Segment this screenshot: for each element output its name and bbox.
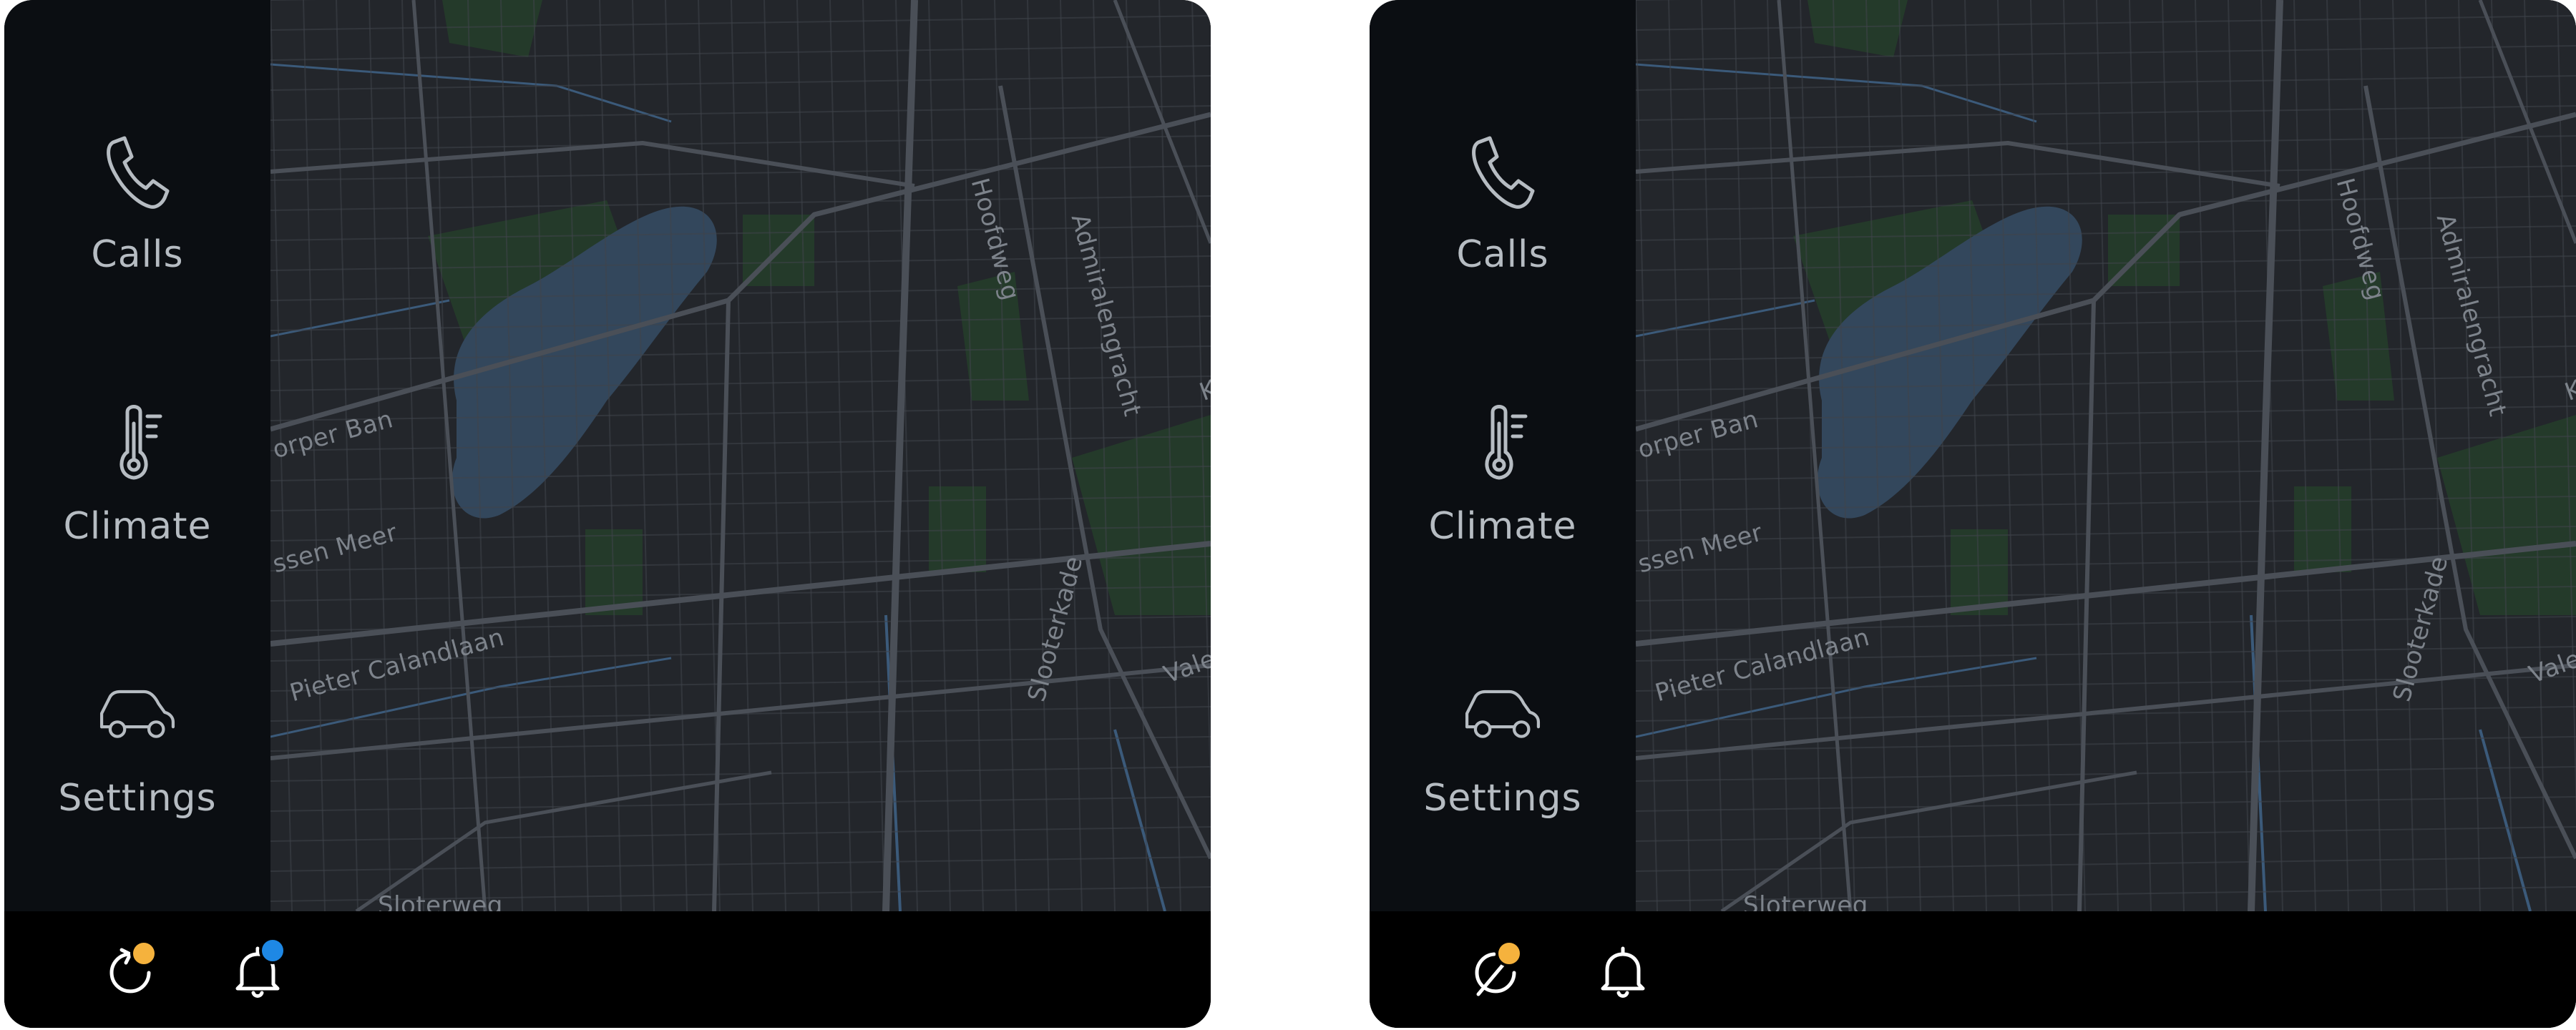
- map-road: [712, 300, 731, 911]
- display-panel-left: orper Ban ssen Meer Pieter Calandlaan Ho…: [4, 0, 1211, 1028]
- assistant-badge: [130, 940, 157, 967]
- map-canvas: [1636, 0, 2576, 911]
- nav-label: Settings: [58, 777, 217, 820]
- map-road: [2077, 300, 2096, 911]
- map-canal: [270, 299, 450, 338]
- map-view[interactable]: orper Ban ssen Meer Pieter Calandlaan Ho…: [1636, 0, 2576, 911]
- map-canvas: [270, 0, 1211, 911]
- nav-label: Calls: [1456, 233, 1549, 276]
- nav-item-climate[interactable]: Climate: [1370, 401, 1636, 615]
- map-road: [1720, 770, 2137, 911]
- map-canal: [1113, 729, 1166, 911]
- nav-label: Calls: [91, 233, 184, 276]
- map-canal: [2479, 729, 2532, 911]
- car-icon: [98, 672, 177, 758]
- notifications-badge: [259, 937, 286, 964]
- bell-icon: [1601, 946, 1645, 998]
- map-road: [882, 0, 918, 911]
- assistant-button[interactable]: [102, 940, 162, 1001]
- nav-item-calls[interactable]: Calls: [1370, 129, 1636, 343]
- assistant-button[interactable]: [1467, 940, 1527, 1001]
- map-park: [1807, 0, 1908, 57]
- nav-item-settings[interactable]: Settings: [1370, 672, 1636, 887]
- status-bar: [1370, 911, 2576, 1028]
- map-park: [442, 0, 542, 57]
- nav-item-settings[interactable]: Settings: [4, 672, 270, 887]
- sidebar: Calls Climate Settings: [4, 0, 270, 911]
- status-bar: [4, 911, 1211, 1028]
- map-label: Sloterweg: [1743, 891, 1868, 911]
- phone-icon: [1463, 129, 1542, 215]
- notifications-button[interactable]: [228, 937, 288, 1001]
- nav-label: Settings: [1423, 777, 1582, 820]
- nav-label: Climate: [63, 505, 212, 548]
- thermometer-icon: [98, 401, 177, 486]
- map-view[interactable]: orper Ban ssen Meer Pieter Calandlaan Ho…: [270, 0, 1211, 911]
- sidebar: Calls Climate Settings: [1370, 0, 1636, 911]
- map-label: Sloterweg: [378, 891, 503, 911]
- nav-item-climate[interactable]: Climate: [4, 401, 270, 615]
- map-road: [355, 770, 772, 911]
- map-road: [2248, 0, 2283, 911]
- thermometer-icon: [1463, 401, 1542, 486]
- assistant-badge: [1496, 940, 1523, 967]
- map-canal: [1636, 299, 1815, 338]
- display-panel-right: orper Ban ssen Meer Pieter Calandlaan Ho…: [1370, 0, 2576, 1028]
- phone-icon: [98, 129, 177, 215]
- nav-item-calls[interactable]: Calls: [4, 129, 270, 343]
- map-road: [270, 141, 915, 188]
- nav-label: Climate: [1428, 505, 1577, 548]
- car-icon: [1463, 672, 1542, 758]
- notifications-button[interactable]: [1593, 941, 1653, 1001]
- map-road: [1636, 141, 2280, 188]
